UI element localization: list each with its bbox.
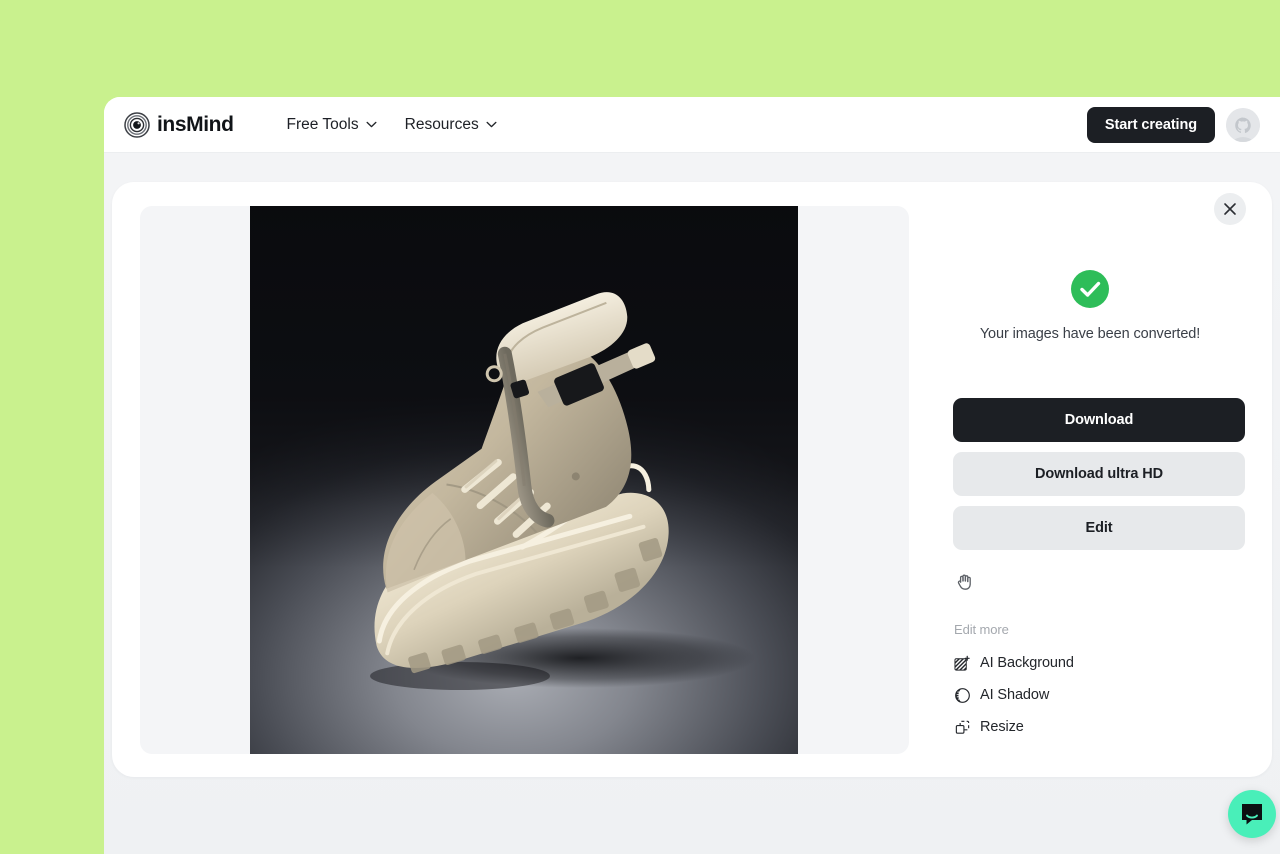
browser-window: insMind Free Tools Resources Start creat… [104,97,1280,854]
site-header: insMind Free Tools Resources Start creat… [104,97,1280,153]
nav-item-free-tools[interactable]: Free Tools [287,116,377,134]
edit-button[interactable]: Edit [953,506,1245,550]
download-button[interactable]: Download [953,398,1245,442]
edit-more-item-label: Resize [980,719,1024,735]
brand-logo[interactable]: insMind [124,111,234,138]
chevron-down-icon [366,121,377,128]
page-body: Your images have been converted! Downloa… [104,153,1280,854]
status-block: Your images have been converted! [936,270,1244,342]
hand-grab-icon[interactable] [954,570,976,592]
avatar[interactable] [1226,107,1260,142]
product-image [250,206,798,754]
nav-item-label: Resources [404,115,479,133]
main-nav: Free Tools Resources [287,116,497,134]
edit-more-label: Edit more [954,622,1009,637]
download-ultra-hd-button[interactable]: Download ultra HD [953,452,1245,496]
concentric-rings-icon [124,111,150,138]
ai-background-icon [954,655,971,672]
header-actions: Start creating [1086,106,1260,143]
sneaker-illustration [370,292,755,690]
edit-more-item-label: AI Shadow [980,687,1050,703]
start-creating-button[interactable]: Start creating [1086,106,1215,143]
status-message: Your images have been converted! [979,326,1201,342]
resize-icon [954,719,971,736]
ai-shadow-icon [954,687,971,704]
hand-grab-glyph [957,574,971,590]
chevron-down-icon [486,121,497,128]
image-preview-pane[interactable] [140,206,909,754]
edit-more-item-resize[interactable]: Resize [954,711,1234,743]
edit-more-item-label: AI Background [980,655,1074,671]
edit-more-section: Edit more AI Background AI Shadow Resize [954,622,1234,743]
user-avatar-octocat-icon [1226,107,1260,142]
chat-widget-button[interactable] [1228,790,1276,838]
success-check-circle-icon [1071,270,1109,308]
action-panel: Your images have been converted! Downloa… [936,206,1245,754]
edit-more-item-ai-background[interactable]: AI Background [954,647,1234,679]
chat-bubble-icon [1242,804,1262,825]
edit-more-item-ai-shadow[interactable]: AI Shadow [954,679,1234,711]
result-modal: Your images have been converted! Downloa… [112,182,1272,777]
nav-item-label: Free Tools [286,115,359,133]
brand-name: insMind [157,112,234,136]
nav-item-resources[interactable]: Resources [405,116,497,134]
action-buttons: Download Download ultra HD Edit [953,398,1245,560]
